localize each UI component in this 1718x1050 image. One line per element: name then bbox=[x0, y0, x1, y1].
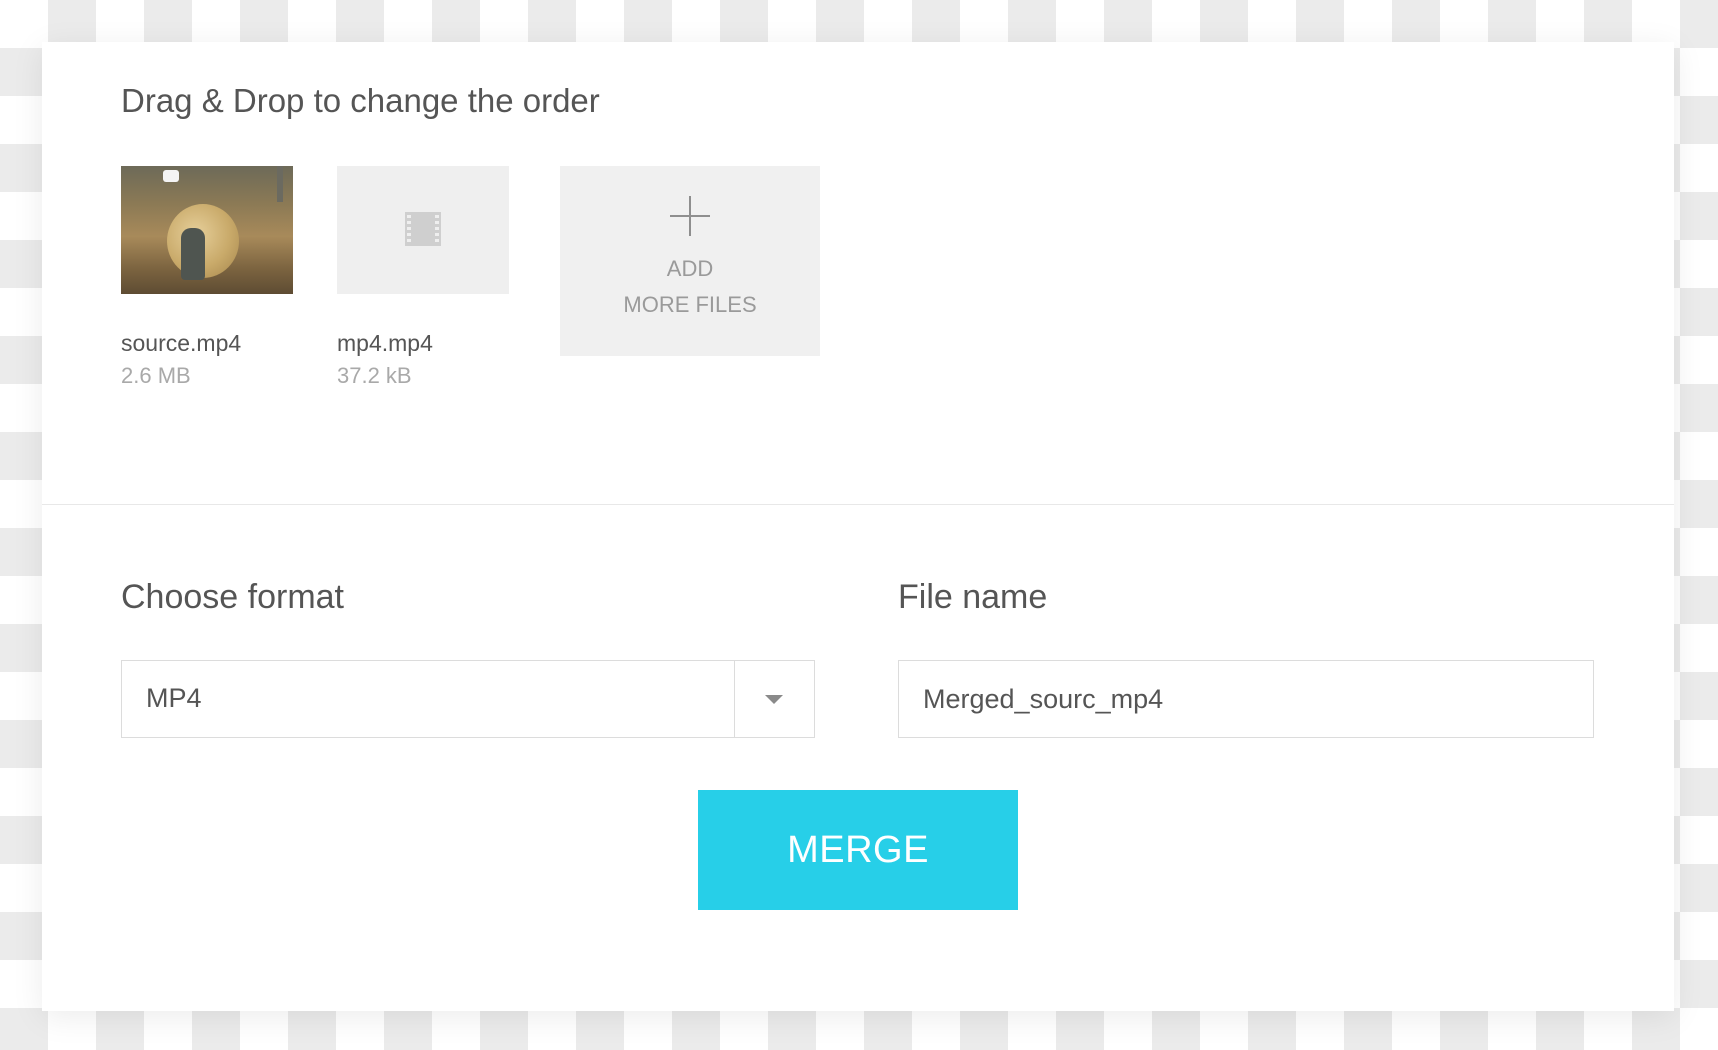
merge-card: Drag & Drop to change the order source.m… bbox=[42, 42, 1674, 1011]
reorder-title: Drag & Drop to change the order bbox=[121, 82, 600, 119]
video-thumbnail[interactable] bbox=[121, 166, 293, 294]
format-label: Choose format bbox=[121, 578, 344, 616]
file-size: 37.2 kB bbox=[337, 363, 412, 388]
filename-label: File name bbox=[898, 578, 1048, 616]
file-size: 2.6 MB bbox=[121, 363, 191, 388]
add-label: ADD bbox=[666, 256, 714, 281]
more-files-label: MORE FILES bbox=[623, 292, 757, 317]
file-name: mp4.mp4 bbox=[337, 330, 433, 356]
chevron-down-icon bbox=[765, 695, 783, 704]
merge-button[interactable]: MERGE bbox=[698, 790, 1018, 910]
file-name: source.mp4 bbox=[121, 330, 242, 356]
video-placeholder-thumbnail[interactable] bbox=[337, 166, 509, 294]
plus-icon bbox=[670, 196, 710, 236]
add-more-files-button[interactable]: ADD MORE FILES bbox=[560, 166, 820, 356]
file-tile-mp4[interactable]: mp4.mp4 37.2 kB bbox=[337, 166, 509, 389]
film-icon bbox=[405, 212, 441, 246]
section-divider bbox=[42, 504, 1674, 505]
format-select[interactable]: MP4 bbox=[121, 660, 815, 738]
file-tile-source[interactable]: source.mp4 2.6 MB bbox=[121, 166, 293, 389]
filename-input[interactable] bbox=[898, 660, 1594, 738]
format-selected-value: MP4 bbox=[146, 683, 202, 713]
format-dropdown-toggle[interactable] bbox=[734, 661, 814, 737]
